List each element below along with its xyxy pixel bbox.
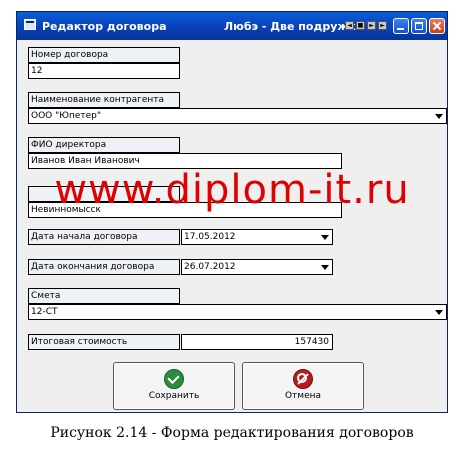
end-date-picker[interactable]: 26.07.2012 bbox=[181, 259, 333, 275]
city-field[interactable]: Невинномысск bbox=[28, 202, 342, 218]
minimize-button[interactable] bbox=[393, 18, 409, 34]
player-prev-icon[interactable]: ◄ bbox=[345, 21, 354, 30]
start-date-picker[interactable]: 17.05.2012 bbox=[181, 229, 333, 245]
player-next-icon[interactable]: ► bbox=[378, 21, 387, 30]
maximize-button[interactable] bbox=[411, 18, 427, 34]
start-date-label: Дата начала договора bbox=[28, 229, 180, 245]
cancel-button-label: Отмена bbox=[284, 391, 322, 401]
chevron-down-icon[interactable] bbox=[318, 230, 332, 244]
estimate-label: Смета bbox=[28, 288, 180, 304]
player-play-icon[interactable]: ► bbox=[367, 21, 376, 30]
total-label: Итоговая стоимость bbox=[28, 334, 180, 350]
player-stop-icon[interactable]: ■ bbox=[356, 21, 365, 30]
end-date-label: Дата окончания договора bbox=[28, 259, 180, 275]
close-button[interactable] bbox=[429, 18, 445, 34]
figure-caption: Рисунок 2.14 - Форма редактирования дого… bbox=[50, 425, 414, 441]
contract-number-label: Номер договора bbox=[28, 47, 180, 63]
check-circle-icon bbox=[164, 369, 184, 389]
contractor-label: Наименование контрагента bbox=[28, 92, 180, 108]
end-date-value: 26.07.2012 bbox=[184, 262, 236, 272]
chevron-down-icon[interactable] bbox=[432, 305, 446, 319]
total-field: 157430 bbox=[181, 334, 333, 350]
save-button-label: Сохранить bbox=[148, 391, 200, 401]
cancel-button[interactable]: Отмена bbox=[242, 362, 364, 410]
app-icon bbox=[24, 19, 36, 30]
estimate-select[interactable]: 12-СТ bbox=[28, 304, 447, 320]
now-playing-title: Любэ - Две подружки bbox=[224, 20, 364, 33]
start-date-value: 17.05.2012 bbox=[184, 232, 236, 242]
contractor-value: ООО "Юпетер" bbox=[31, 111, 102, 121]
chevron-down-icon[interactable] bbox=[318, 260, 332, 274]
contract-number-field[interactable]: 12 bbox=[28, 63, 180, 79]
window-title: Редактор договора bbox=[42, 20, 167, 33]
title-bar[interactable]: Редактор договора Любэ - Две подружки ◄ … bbox=[17, 12, 447, 40]
chevron-down-icon[interactable] bbox=[432, 109, 446, 123]
estimate-value: 12-СТ bbox=[31, 307, 58, 317]
save-button[interactable]: Сохранить bbox=[113, 362, 235, 410]
contractor-select[interactable]: ООО "Юпетер" bbox=[28, 108, 447, 124]
city-label bbox=[28, 186, 180, 202]
director-label: ФИО директора bbox=[28, 137, 180, 153]
contract-editor-window: Редактор договора Любэ - Две подружки ◄ … bbox=[16, 11, 448, 413]
director-field[interactable]: Иванов Иван Иванович bbox=[28, 153, 342, 169]
no-entry-icon bbox=[293, 369, 313, 389]
